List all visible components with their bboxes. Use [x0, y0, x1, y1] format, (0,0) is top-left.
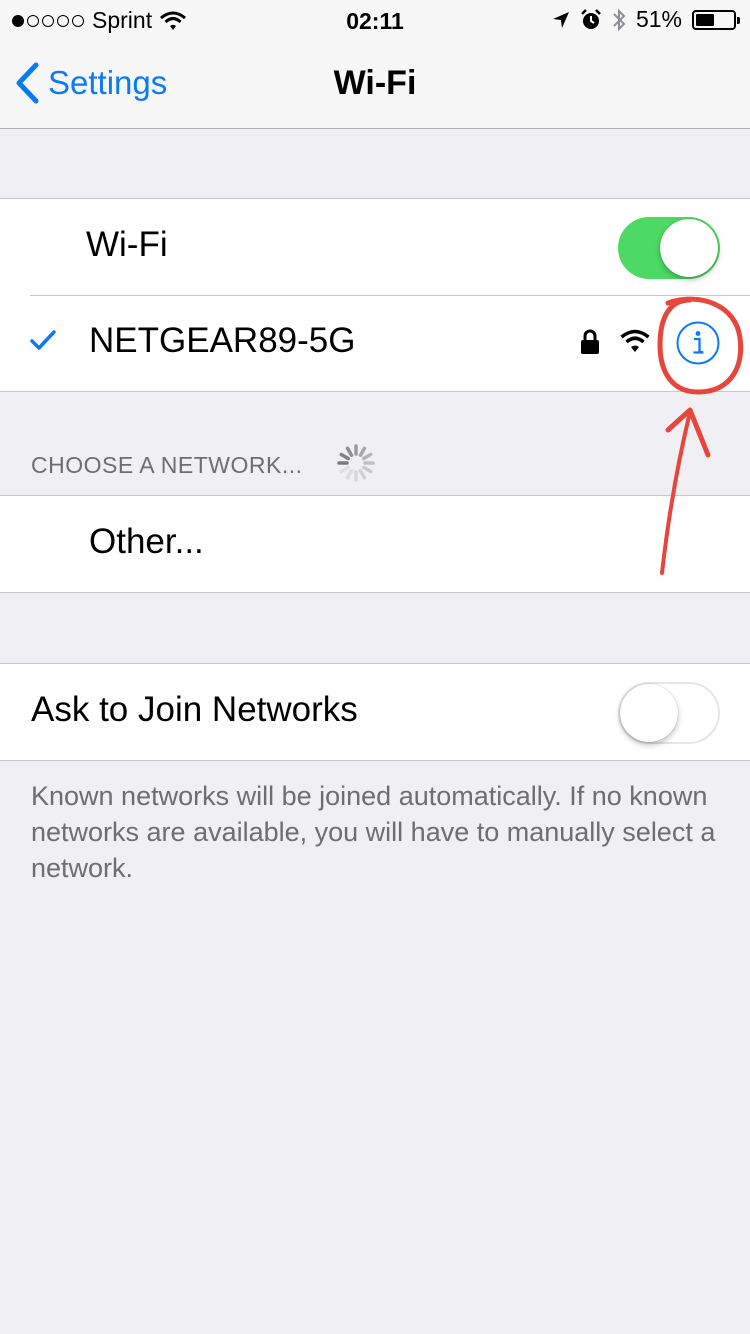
loading-spinner-icon — [337, 444, 375, 482]
info-circle-icon[interactable] — [675, 320, 721, 366]
annotation-arrowhead — [665, 407, 711, 458]
bluetooth-icon — [613, 8, 626, 31]
connected-network-row[interactable]: NETGEAR89-5G — [0, 295, 750, 391]
wifi-toggle-switch[interactable] — [618, 217, 720, 279]
other-network-row[interactable]: Other... — [0, 496, 750, 592]
wifi-signal-icon — [620, 329, 650, 352]
status-bar-right: 51% — [552, 6, 740, 33]
network-name: NETGEAR89-5G — [89, 321, 356, 360]
page-title: Wi-Fi — [333, 64, 417, 102]
ask-to-join-row: Ask to Join Networks — [0, 664, 750, 760]
navigation-bar: Settings Wi-Fi — [0, 40, 750, 129]
wifi-label: Wi-Fi — [86, 225, 168, 264]
other-network-label: Other... — [89, 522, 204, 561]
choose-network-header-text: CHOOSE A NETWORK... — [31, 452, 303, 478]
choose-network-header: CHOOSE A NETWORK... — [31, 452, 302, 479]
status-bar: Sprint 02:11 51% — [0, 0, 750, 40]
checkmark-icon — [30, 330, 56, 350]
wifi-toggle-row: Wi-Fi — [0, 199, 750, 295]
wifi-group: Wi-Fi NETGEAR89-5G — [0, 198, 750, 392]
ask-to-join-label: Ask to Join Networks — [31, 690, 358, 729]
other-network-group: Other... — [0, 495, 750, 593]
ask-to-join-group: Ask to Join Networks — [0, 663, 750, 761]
ask-to-join-description: Known networks will be joined automatica… — [31, 781, 716, 883]
ask-to-join-toggle-switch[interactable] — [618, 682, 720, 744]
battery-percent: 51% — [635, 6, 682, 32]
location-arrow-icon — [552, 11, 569, 28]
lock-icon — [581, 329, 599, 354]
battery-icon — [692, 9, 740, 30]
alarm-clock-icon — [581, 8, 601, 29]
